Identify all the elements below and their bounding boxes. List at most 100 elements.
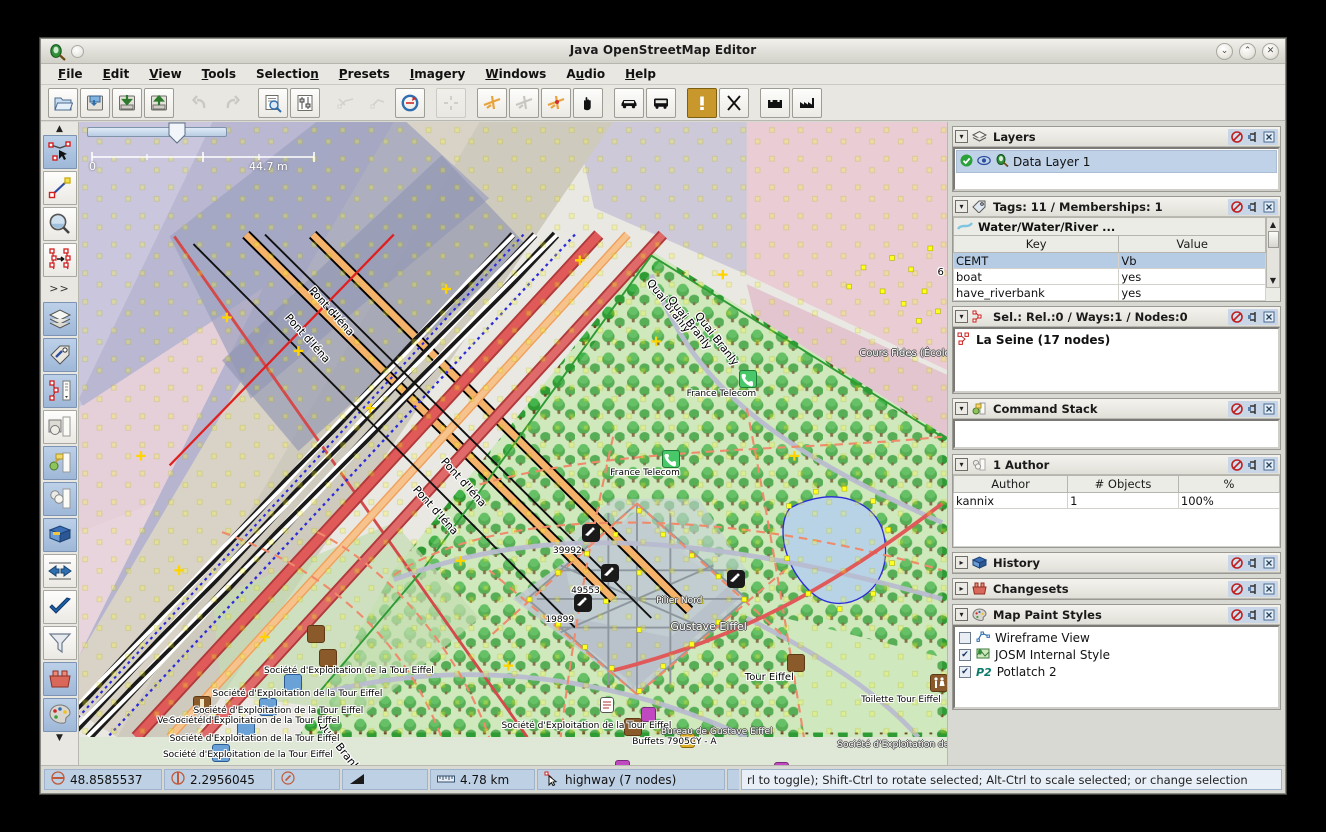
poi-photo-icon-39992[interactable] — [582, 524, 600, 542]
validator-dialog-button[interactable] — [43, 590, 77, 624]
no-dock-icon[interactable] — [1230, 402, 1244, 416]
tags-preset-row[interactable]: Water/Water/River ... — [953, 217, 1266, 235]
pan-hand-button[interactable] — [573, 88, 603, 118]
history-panel-header[interactable]: ▸ History — [953, 553, 1280, 573]
tags-collapse-toggle[interactable]: ▾ — [955, 200, 968, 213]
improve-way-tool-button[interactable] — [43, 243, 77, 277]
menu-edit[interactable]: Edit — [94, 65, 139, 83]
poi-building-left[interactable] — [307, 625, 325, 643]
menu-audio[interactable]: Audio — [557, 65, 614, 83]
pin-icon[interactable] — [1246, 310, 1260, 324]
search-button[interactable] — [258, 88, 288, 118]
poi-shop-icon-1[interactable] — [641, 707, 656, 722]
tags-table[interactable]: Key Value CEMT Vb boat — [953, 235, 1266, 301]
authors-col-author[interactable]: Author — [954, 476, 1068, 493]
map-paint-styles-collapse-toggle[interactable]: ▾ — [955, 608, 968, 621]
authors-collapse-toggle[interactable]: ▾ — [955, 458, 968, 471]
menu-imagery[interactable]: Imagery — [401, 65, 475, 83]
no-dock-icon[interactable] — [1230, 608, 1244, 622]
menu-tools[interactable]: Tools — [193, 65, 245, 83]
map-paint-styles-dialog-button[interactable] — [43, 698, 77, 732]
undo-button[interactable] — [185, 88, 215, 118]
maximize-button[interactable]: ⌃ — [1239, 43, 1256, 60]
layer-row-data-layer-1[interactable]: Data Layer 1 — [956, 150, 1277, 173]
close-icon[interactable] — [1262, 582, 1276, 596]
pin-icon[interactable] — [1246, 458, 1260, 472]
list-item[interactable]: ✔ P2 Potlatch 2 — [957, 664, 1276, 680]
poi-ferry-icon-2[interactable] — [259, 698, 277, 716]
zoom-tool-button[interactable] — [43, 207, 77, 241]
command-stack-dialog-button[interactable] — [43, 446, 77, 480]
poi-monument-icon[interactable] — [193, 696, 211, 714]
close-icon[interactable] — [1262, 402, 1276, 416]
menu-presets[interactable]: Presets — [330, 65, 399, 83]
save-button[interactable] — [80, 88, 110, 118]
open-file-button[interactable] — [48, 88, 78, 118]
close-icon[interactable] — [1262, 556, 1276, 570]
no-dock-icon[interactable] — [1230, 556, 1244, 570]
close-icon[interactable] — [1262, 458, 1276, 472]
potlatch-2-checkbox[interactable]: ✔ — [959, 666, 971, 678]
align-nodes-circle-button[interactable] — [436, 88, 466, 118]
selection-collapse-toggle[interactable]: ▾ — [955, 310, 968, 323]
table-row[interactable]: have_riverbank yes — [954, 285, 1266, 301]
list-item[interactable]: ✔ JOSM Internal Style — [957, 646, 1276, 664]
close-button[interactable]: ✕ — [1262, 43, 1279, 60]
map-canvas[interactable] — [79, 122, 947, 737]
changesets-panel-header[interactable]: ▸ Changesets — [953, 579, 1280, 599]
poi-photo-icon-19899[interactable] — [574, 594, 592, 612]
redo-button[interactable] — [217, 88, 247, 118]
selection-list[interactable]: La Seine (17 nodes) — [953, 327, 1280, 393]
menu-view[interactable]: View — [140, 65, 190, 83]
tags-vertical-scrollbar[interactable]: ▲ ▼ — [1266, 217, 1280, 288]
layers-collapse-toggle[interactable]: ▾ — [955, 130, 968, 143]
poi-telephone-icon[interactable] — [739, 370, 757, 388]
castle-preset-button[interactable] — [760, 88, 790, 118]
close-icon[interactable] — [1262, 608, 1276, 622]
split-way-button[interactable] — [331, 88, 361, 118]
download-button[interactable] — [112, 88, 142, 118]
pin-icon[interactable] — [1246, 200, 1260, 214]
command-stack-collapse-toggle[interactable]: ▾ — [955, 402, 968, 415]
selection-dialog-button[interactable] — [43, 374, 77, 408]
history-dialog-button[interactable] — [43, 518, 77, 552]
list-item[interactable]: Wireframe View — [957, 629, 1276, 646]
josm-internal-style-checkbox[interactable]: ✔ — [959, 649, 971, 661]
industry-preset-button[interactable] — [792, 88, 822, 118]
history-expand-toggle[interactable]: ▸ — [955, 556, 968, 569]
sidebar-scroll-up-arrow[interactable]: ▲ — [56, 124, 63, 134]
tags-col-key[interactable]: Key — [954, 236, 1119, 253]
close-icon[interactable] — [1262, 200, 1276, 214]
status-longitude[interactable]: 2.2956045 — [164, 769, 272, 790]
select-tool-button[interactable] — [43, 135, 77, 169]
poi-ferry-icon-1[interactable] — [284, 674, 302, 692]
scrollbar-thumb[interactable] — [1268, 231, 1279, 248]
status-angle[interactable] — [342, 769, 428, 790]
table-row[interactable]: kannix 1 100% — [954, 493, 1280, 509]
combine-way-button[interactable] — [363, 88, 393, 118]
status-latitude[interactable]: 48.8585537 — [44, 769, 162, 790]
authors-table[interactable]: Author # Objects % kannix 1 100% — [953, 475, 1280, 509]
table-row[interactable]: CEMT Vb — [954, 253, 1266, 269]
poi-note-icon[interactable] — [600, 697, 614, 713]
poi-telephone-icon-2[interactable] — [662, 450, 680, 468]
relations-dialog-button[interactable] — [43, 410, 77, 444]
table-row[interactable]: boat yes — [954, 269, 1266, 285]
pin-icon[interactable] — [1246, 402, 1260, 416]
map-paint-styles-list[interactable]: Wireframe View ✔ JOSM Internal Style ✔ P… — [953, 625, 1280, 709]
upload-button[interactable] — [144, 88, 174, 118]
conflicts-dialog-button[interactable] — [43, 554, 77, 588]
menu-file[interactable]: File — [49, 65, 92, 83]
poi-toilette-icon[interactable] — [930, 674, 947, 692]
poi-restaurant-icon-1[interactable] — [680, 733, 695, 748]
sidebar-scroll-down-arrow[interactable]: ▼ — [56, 733, 63, 743]
menu-help[interactable]: Help — [616, 65, 665, 83]
wireframe-view-checkbox[interactable] — [959, 632, 971, 644]
pin-icon[interactable] — [1246, 556, 1260, 570]
eye-icon[interactable] — [977, 155, 991, 169]
reverse-way-button[interactable] — [395, 88, 425, 118]
scroll-up-arrow-icon[interactable]: ▲ — [1270, 218, 1276, 231]
authors-dialog-button[interactable] — [43, 482, 77, 516]
pin-icon[interactable] — [1246, 582, 1260, 596]
status-selection-info[interactable]: highway (7 nodes) — [537, 769, 725, 790]
